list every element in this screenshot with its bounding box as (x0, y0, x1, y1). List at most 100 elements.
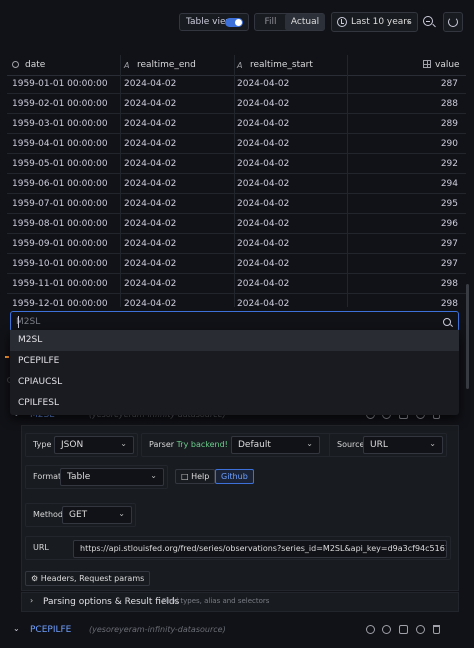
url-field: URL https://api.stlouisfed.org/fred/seri… (25, 536, 451, 560)
cell-date: 1959-10-01 00:00:00 (12, 259, 108, 269)
help-button[interactable]: □ Help (175, 469, 216, 484)
query-marker (5, 356, 9, 358)
cell-value: 292 (440, 159, 458, 169)
parser-tip[interactable]: Try backend! (177, 440, 228, 449)
cell-realtime-end: 2024-04-02 (124, 299, 177, 307)
dropdown-option-cpiaucsl[interactable]: CPIAUCSL (10, 372, 459, 393)
text-caret (18, 316, 19, 328)
cell-value: 289 (440, 119, 458, 129)
method-select[interactable]: GET ⌄ (62, 506, 132, 524)
toggle-switch[interactable] (225, 18, 243, 27)
duplicate-icon[interactable] (399, 625, 409, 634)
chevron-down-icon[interactable]: ⌄ (13, 624, 20, 633)
cell-value: 295 (440, 199, 458, 209)
cell-realtime-end: 2024-04-02 (124, 179, 177, 189)
parsing-options-title: Parsing options & Result fields (43, 597, 180, 607)
scrollbar[interactable] (466, 284, 469, 389)
cell-realtime-end: 2024-04-02 (124, 99, 177, 109)
table-row: 1959-08-01 00:00:00 2024-04-02 2024-04-0… (7, 214, 466, 234)
number-type-icon (423, 60, 431, 68)
text-type-icon: A (237, 61, 243, 70)
cell-value: 288 (440, 99, 458, 109)
fill-option[interactable]: Fill (255, 14, 286, 30)
cell-realtime-end: 2024-04-02 (124, 239, 177, 249)
url-input[interactable]: https://api.stlouisfed.org/fred/series/o… (73, 540, 447, 558)
query-row-pcepilfe[interactable]: ⌄ PCEPILFE (yesoreyeram-infinity-datasou… (7, 623, 466, 639)
column-header-realtime-start[interactable]: Arealtime_start (237, 60, 313, 70)
cell-realtime-start: 2024-04-02 (237, 139, 290, 149)
chevron-right-icon: › (30, 596, 34, 605)
time-range-label: Last 10 years (351, 17, 412, 27)
refresh-button[interactable] (443, 12, 463, 32)
series-search-box[interactable] (10, 311, 459, 332)
parser-field: Parser Try backend! Default ⌄ (141, 433, 347, 457)
series-search-input[interactable] (16, 315, 416, 329)
eye-icon[interactable] (416, 625, 426, 634)
chevron-down-icon: ⌄ (118, 509, 125, 518)
format-value: Table (67, 472, 91, 482)
cell-date: 1959-11-01 00:00:00 (12, 279, 108, 289)
query-editor: Type JSON ⌄ Parser Try backend! Default … (21, 425, 459, 591)
cell-realtime-start: 2024-04-02 (237, 239, 290, 249)
cell-realtime-end: 2024-04-02 (124, 159, 177, 169)
column-header-realtime-end[interactable]: Arealtime_end (124, 60, 196, 70)
refresh-icon (448, 17, 458, 27)
query-name[interactable]: PCEPILFE (30, 625, 71, 635)
chevron-down-icon: ⌄ (120, 439, 127, 448)
cell-date: 1959-05-01 00:00:00 (12, 159, 108, 169)
panel-toolbar: Table view Fill Actual Last 10 years ⌄ (0, 0, 474, 42)
source-select[interactable]: URL ⌄ (363, 436, 443, 454)
table-view-toggle[interactable]: Table view (179, 13, 249, 31)
cell-date: 1959-06-01 00:00:00 (12, 179, 108, 189)
type-select[interactable]: JSON ⌄ (54, 436, 134, 454)
cell-value: 294 (440, 179, 458, 189)
format-select[interactable]: Table ⌄ (60, 468, 164, 486)
cell-realtime-start: 2024-04-02 (237, 299, 290, 307)
cell-value: 290 (440, 139, 458, 149)
column-header-value[interactable]: value (423, 60, 460, 70)
method-value: GET (69, 510, 88, 520)
dropdown-option-cpilfesl[interactable]: CPILFESL (10, 393, 459, 414)
chevron-down-icon: ⌄ (405, 16, 412, 25)
zoom-out-button[interactable] (420, 12, 438, 32)
cell-realtime-start: 2024-04-02 (237, 199, 290, 209)
dropdown-option-m2sl[interactable]: M2SL (10, 330, 459, 351)
table-row: 1959-07-01 00:00:00 2024-04-02 2024-04-0… (7, 194, 466, 214)
cell-realtime-end: 2024-04-02 (124, 139, 177, 149)
method-label: Method (33, 510, 64, 519)
cell-date: 1959-01-01 00:00:00 (12, 79, 108, 89)
column-header-date[interactable]: date (12, 60, 45, 70)
actual-option[interactable]: Actual (285, 14, 325, 30)
parser-label: Parser Try backend! (149, 440, 228, 449)
cell-realtime-end: 2024-04-02 (124, 279, 177, 289)
parsing-options-subtitle: Field types, alias and selectors (162, 597, 270, 605)
cell-realtime-start: 2024-04-02 (237, 259, 290, 269)
table-row: 1959-10-01 00:00:00 2024-04-02 2024-04-0… (7, 254, 466, 274)
cell-value: 296 (440, 219, 458, 229)
data-table: date Arealtime_end Arealtime_start value… (7, 55, 466, 307)
type-value: JSON (61, 440, 84, 450)
cell-realtime-start: 2024-04-02 (237, 79, 290, 89)
parsing-options-section[interactable]: › Parsing options & Result fields Field … (21, 592, 459, 612)
fill-actual-segment: Fill Actual (254, 13, 325, 31)
cell-value: 298 (440, 279, 458, 289)
headers-button[interactable]: ⚙ Headers, Request params (25, 571, 151, 586)
settings-icon[interactable] (382, 625, 392, 634)
parser-select[interactable]: Default ⌄ (231, 436, 320, 454)
clock-icon (337, 17, 347, 27)
dropdown-option-pcepilfe[interactable]: PCEPILFE (10, 351, 459, 372)
cell-value: 287 (440, 79, 458, 89)
table-row: 1959-09-01 00:00:00 2024-04-02 2024-04-0… (7, 234, 466, 254)
github-button[interactable]: Github (215, 469, 254, 484)
time-range-picker[interactable]: Last 10 years ⌄ (331, 12, 418, 32)
cell-realtime-start: 2024-04-02 (237, 119, 290, 129)
help-icon[interactable] (365, 625, 375, 634)
cell-date: 1959-02-01 00:00:00 (12, 99, 108, 109)
cell-realtime-end: 2024-04-02 (124, 219, 177, 229)
query-datasource: (yesoreyeram-infinity-datasource) (89, 625, 226, 634)
parser-value: Default (238, 440, 271, 450)
table-row: 1959-06-01 00:00:00 2024-04-02 2024-04-0… (7, 174, 466, 194)
cell-realtime-start: 2024-04-02 (237, 219, 290, 229)
trash-icon[interactable] (433, 625, 440, 634)
table-row: 1959-04-01 00:00:00 2024-04-02 2024-04-0… (7, 134, 466, 154)
